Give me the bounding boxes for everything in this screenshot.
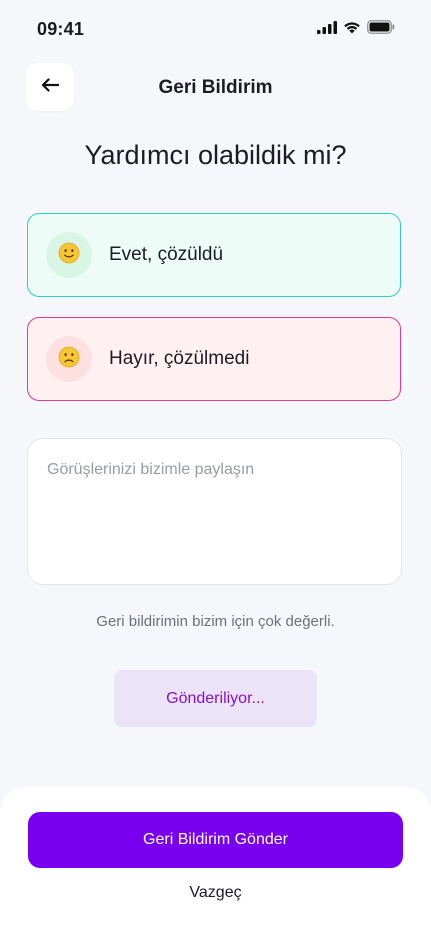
question-heading: Yardımcı olabildik mi? <box>84 140 347 170</box>
status-bar: 09:41 <box>0 0 431 58</box>
slightly-frowning-face-icon <box>58 346 80 373</box>
emoji-badge <box>46 336 92 382</box>
option-no-not-resolved[interactable]: Hayır, çözülmedi <box>27 317 401 401</box>
sending-status-button: Gönderiliyor... <box>114 670 317 727</box>
emoji-badge <box>46 232 92 278</box>
wifi-icon <box>343 21 361 39</box>
cancel-button[interactable]: Vazgeç <box>0 884 431 902</box>
option-label: Hayır, çözülmedi <box>109 348 250 369</box>
option-label: Evet, çözüldü <box>109 244 224 265</box>
option-yes-resolved[interactable]: Evet, çözüldü <box>27 213 401 297</box>
slightly-smiling-face-icon <box>58 242 80 269</box>
bottom-action-sheet: Geri Bildirim Gönder Vazgeç <box>0 787 431 931</box>
comment-textarea[interactable] <box>27 438 402 585</box>
feedback-screen: 09:41 Geri Bildirim Yardımcı olabildik m… <box>0 0 431 931</box>
status-icons <box>317 20 395 39</box>
submit-feedback-button[interactable]: Geri Bildirim Gönder <box>28 812 403 868</box>
status-time: 09:41 <box>37 19 85 39</box>
helper-text: Geri bildirimin bizim için çok değerli. <box>96 613 335 630</box>
cellular-signal-icon <box>317 20 337 39</box>
page-title: Geri Bildirim <box>158 77 273 98</box>
battery-icon <box>367 20 395 39</box>
